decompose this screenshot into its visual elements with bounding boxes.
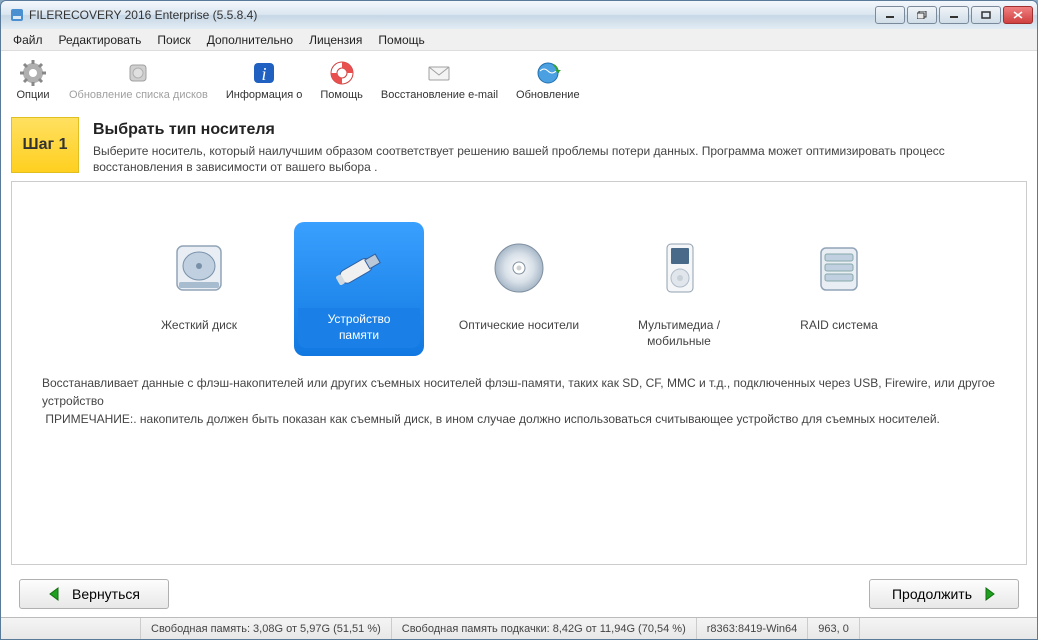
status-memory: Свободная память: 3,08G от 5,97G (51,51 …: [141, 618, 392, 639]
tb-update[interactable]: Обновление: [510, 57, 586, 103]
menubar: Файл Редактировать Поиск Дополнительно Л…: [1, 29, 1037, 51]
minimize2-button[interactable]: [939, 6, 969, 24]
tb-about-label: Информация о: [226, 89, 303, 101]
close-button[interactable]: [1003, 6, 1033, 24]
menu-edit[interactable]: Редактировать: [51, 31, 150, 49]
tb-update-label: Обновление: [516, 89, 580, 101]
lifebuoy-icon: [328, 59, 356, 87]
tb-email[interactable]: Восстановление e-mail: [375, 57, 504, 103]
menu-search[interactable]: Поиск: [149, 31, 198, 49]
media-hdd-label: Жесткий диск: [161, 318, 237, 334]
step-badge: Шаг 1: [11, 117, 79, 173]
disk-refresh-icon: [124, 59, 152, 87]
tb-options-label: Опции: [16, 89, 49, 101]
maximize-button[interactable]: [971, 6, 1001, 24]
usb-icon: [309, 228, 409, 308]
tb-refresh-label: Обновление списка дисков: [69, 89, 208, 101]
tb-help-label: Помощь: [320, 89, 363, 101]
menu-file[interactable]: Файл: [5, 31, 51, 49]
info-icon: i: [250, 59, 278, 87]
status-empty: [1, 618, 141, 639]
desc-line2: ПРИМЕЧАНИЕ:. накопитель должен быть пока…: [42, 412, 940, 426]
back-label: Вернуться: [72, 586, 140, 602]
globe-refresh-icon: [534, 59, 562, 87]
arrow-right-icon: [980, 587, 996, 601]
raid-icon: [789, 228, 889, 308]
hdd-icon: [149, 228, 249, 308]
status-build: r8363:8419-Win64: [697, 618, 809, 639]
arrow-left-icon: [48, 587, 64, 601]
envelope-icon: [425, 59, 453, 87]
app-icon: [9, 7, 25, 23]
tb-email-label: Восстановление e-mail: [381, 89, 498, 101]
media-raid[interactable]: RAID система: [774, 222, 904, 355]
status-extra: 963, 0: [808, 618, 860, 639]
back-button[interactable]: Вернуться: [19, 579, 169, 609]
media-multimedia-label: Мультимедиа / мобильные: [618, 318, 740, 349]
step-title: Выбрать тип носителя: [93, 121, 1027, 139]
menu-help[interactable]: Помощь: [370, 31, 432, 49]
statusbar: Свободная память: 3,08G от 5,97G (51,51 …: [1, 617, 1037, 639]
media-optical-label: Оптические носители: [459, 318, 579, 334]
tb-refresh: Обновление списка дисков: [63, 57, 214, 103]
media-description: Восстанавливает данные с флэш-накопителе…: [36, 374, 1002, 428]
desc-line1: Восстанавливает данные с флэш-накопителе…: [42, 376, 995, 408]
media-type-row: Жесткий диск Устройство памяти: [36, 222, 1002, 355]
svg-text:i: i: [262, 64, 267, 84]
tb-about[interactable]: i Информация о: [220, 57, 309, 103]
media-multimedia[interactable]: Мультимедиа / мобильные: [614, 222, 744, 355]
nav-row: Вернуться Продолжить: [1, 573, 1037, 617]
tb-help[interactable]: Помощь: [314, 57, 369, 103]
window-controls: [873, 6, 1033, 24]
window-title: FILERECOVERY 2016 Enterprise (5.5.8.4): [29, 8, 873, 22]
menu-extra[interactable]: Дополнительно: [199, 31, 301, 49]
media-raid-label: RAID система: [800, 318, 878, 334]
media-hdd[interactable]: Жесткий диск: [134, 222, 264, 355]
menu-license[interactable]: Лицензия: [301, 31, 370, 49]
gear-icon: [19, 59, 47, 87]
next-button[interactable]: Продолжить: [869, 579, 1019, 609]
step-texts: Выбрать тип носителя Выберите носитель, …: [93, 117, 1027, 175]
step-header: Шаг 1 Выбрать тип носителя Выберите носи…: [11, 117, 1027, 175]
step-description: Выберите носитель, который наилучшим обр…: [93, 143, 1027, 175]
toolbar: Опции Обновление списка дисков i Информа…: [1, 51, 1037, 109]
media-flash[interactable]: Устройство памяти: [294, 222, 424, 355]
cd-icon: [469, 228, 569, 308]
restore-button[interactable]: [907, 6, 937, 24]
tb-options[interactable]: Опции: [9, 57, 57, 103]
media-optical[interactable]: Оптические носители: [454, 222, 584, 355]
minimize-button[interactable]: [875, 6, 905, 24]
content-area: Жесткий диск Устройство памяти: [11, 181, 1027, 565]
ipod-icon: [629, 228, 729, 308]
next-label: Продолжить: [892, 586, 972, 602]
app-window: FILERECOVERY 2016 Enterprise (5.5.8.4): [0, 0, 1038, 640]
titlebar[interactable]: FILERECOVERY 2016 Enterprise (5.5.8.4): [1, 1, 1037, 29]
status-swap: Свободная память подкачки: 8,42G от 11,9…: [392, 618, 697, 639]
media-flash-label: Устройство памяти: [298, 308, 420, 347]
